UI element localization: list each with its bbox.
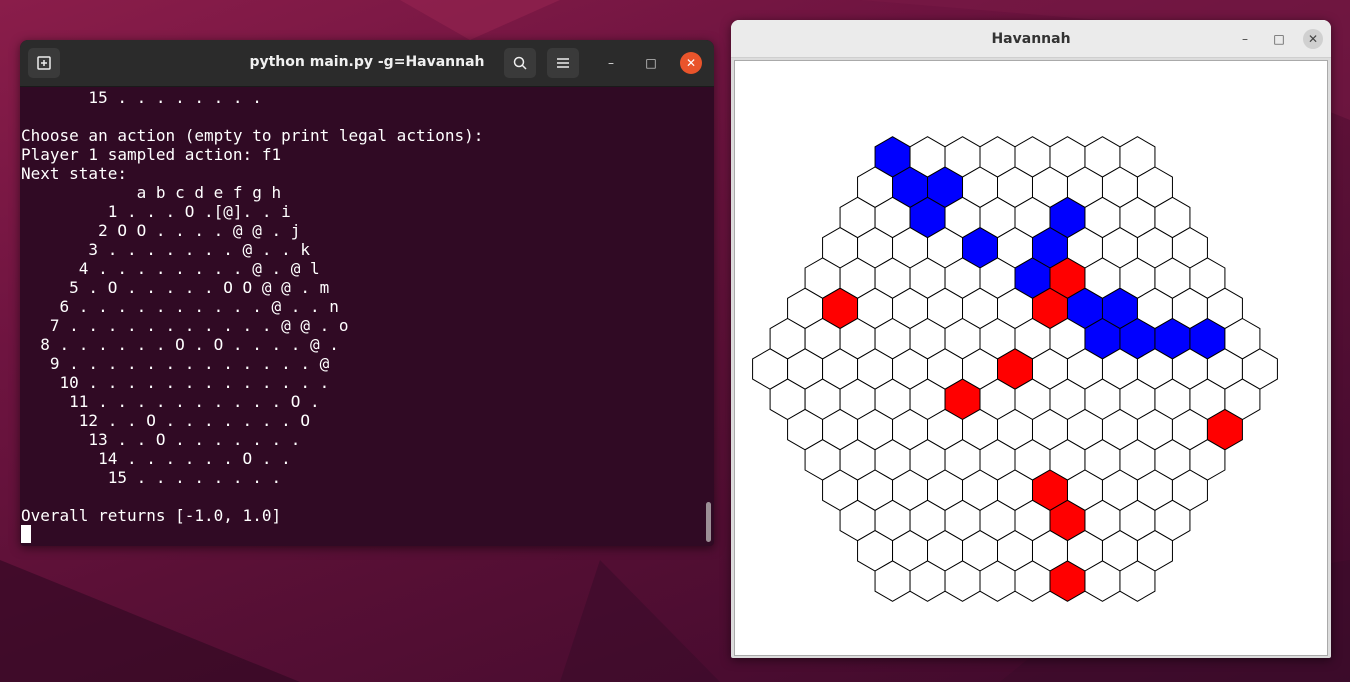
terminal-line: Next state: [21,164,127,183]
terminal-line: 6 . . . . . . . . . . @ . . n [21,297,339,316]
terminal-line: 13 . . O . . . . . . . [21,430,301,449]
terminal-line: 3 . . . . . . . @ . . k [21,240,310,259]
terminal-scrollbar[interactable] [706,502,711,542]
menu-button[interactable] [547,48,579,78]
terminal-line: 11 . . . . . . . . . . O . [21,392,320,411]
terminal-cursor [21,525,31,543]
terminal-line: 10 . . . . . . . . . . . . . [21,373,330,392]
terminal-line: a b c d e f g h [21,183,282,202]
terminal-window: python main.py -g=Havannah – □ ✕ 15 . . … [20,40,714,546]
search-icon [513,56,527,70]
hamburger-menu-icon [557,58,569,68]
terminal-line: 4 . . . . . . . . @ . @ l [21,259,320,278]
terminal-line: 15 . . . . . . . . [21,88,262,107]
havannah-header-bar: Havannah – □ ✕ [731,20,1331,58]
terminal-line: Overall returns [-1.0, 1.0] [21,506,282,525]
terminal-line: 8 . . . . . . O . O . . . . @ . [21,335,339,354]
terminal-line: 12 . . O . . . . . . . O [21,411,310,430]
terminal-minimize-button[interactable]: – [600,52,622,74]
havannah-minimize-button[interactable]: – [1235,29,1255,49]
havannah-window: Havannah – □ ✕ [731,20,1331,658]
terminal-close-button[interactable]: ✕ [680,52,702,74]
terminal-line: 1 . . . O .[@]. . i [21,202,291,221]
havannah-close-button[interactable]: ✕ [1303,29,1323,49]
terminal-line: 9 . . . . . . . . . . . . . @ [21,354,330,373]
terminal-line: 14 . . . . . . O . . [21,449,291,468]
terminal-output[interactable]: 15 . . . . . . . . Choose an action (empt… [21,88,704,546]
terminal-prompt-line [21,525,704,544]
board-canvas [734,60,1328,656]
terminal-maximize-button[interactable]: □ [640,52,662,74]
havannah-maximize-button[interactable]: □ [1269,29,1289,49]
terminal-line: 15 . . . . . . . . [21,468,282,487]
terminal-line: 2 O O . . . . @ @ . j [21,221,301,240]
terminal-line: Player 1 sampled action: f1 [21,145,282,164]
havannah-board[interactable] [735,61,1327,655]
terminal-line: Choose an action (empty to print legal a… [21,126,484,145]
terminal-line: 5 . O . . . . . O O @ @ . m [21,278,330,297]
terminal-line: 7 . . . . . . . . . . . @ @ . o [21,316,349,335]
terminal-header-bar: python main.py -g=Havannah – □ ✕ [20,40,714,87]
search-button[interactable] [504,48,536,78]
